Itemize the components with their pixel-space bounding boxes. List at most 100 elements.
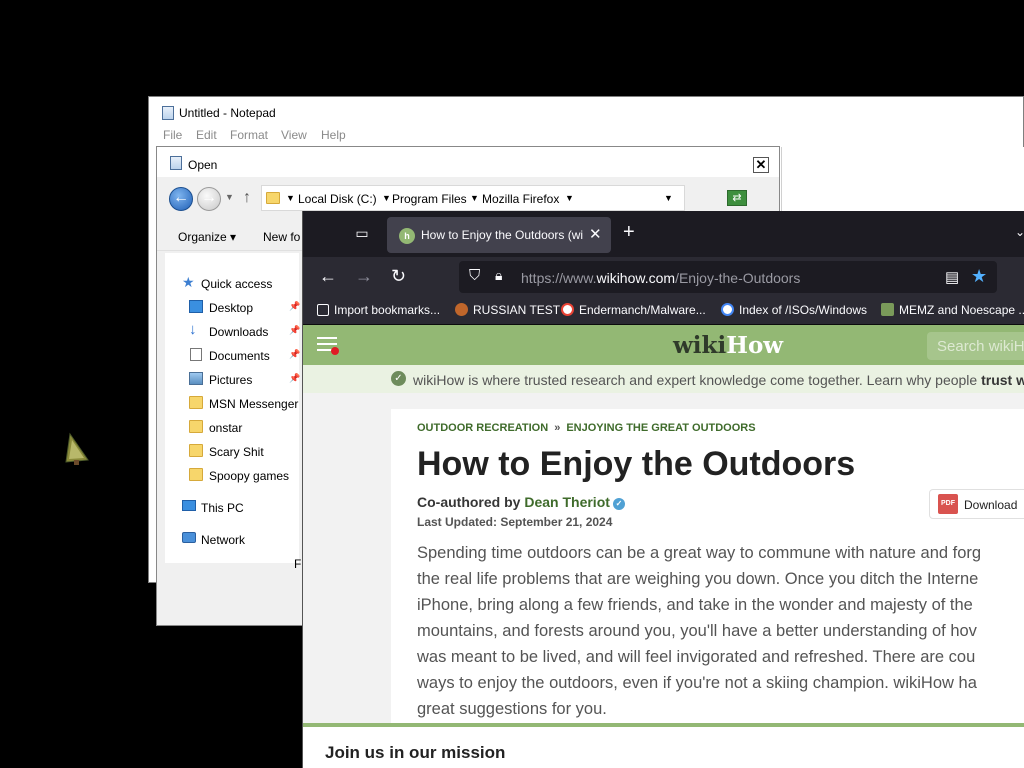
trust-text: wikiHow is where trusted research and ex… — [413, 372, 1024, 388]
open-dialog-titlebar[interactable]: Open ✕ — [157, 147, 779, 177]
star-icon: ★ — [182, 274, 195, 290]
back-arrow-icon[interactable]: ← — [319, 266, 337, 287]
bookmark-memz[interactable]: MEMZ and Noescape ... — [881, 303, 1024, 317]
nav-label: Downloads — [209, 325, 269, 339]
wikihow-logo[interactable]: wikiHow — [673, 332, 783, 359]
tab-strip: ▭ h How to Enjoy the Outdoors (wikiHow) … — [303, 211, 1024, 257]
chevron-down-icon[interactable]: ▼ — [565, 193, 574, 203]
menu-help[interactable]: Help — [321, 128, 346, 142]
article-breadcrumb: OUTDOOR RECREATION » ENJOYING THE GREAT OU… — [417, 422, 756, 434]
forward-arrow-icon[interactable]: → — [355, 266, 373, 287]
nav-label: Network — [201, 533, 246, 547]
notepad-menubar: File Edit Format View Help — [149, 125, 1023, 145]
new-folder-button[interactable]: New fo — [263, 230, 300, 244]
folder-icon — [189, 420, 203, 433]
nav-item-spoopy-games[interactable]: Spoopy games — [165, 464, 299, 486]
breadcrumb-local-disk[interactable]: Local Disk (C:) — [298, 192, 377, 206]
google-icon — [721, 303, 734, 316]
bookmark-star-icon[interactable]: ★ — [971, 266, 987, 287]
coauthor-line: Co-authored by Dean Theriot ✓ — [417, 494, 625, 510]
breadcrumb-mozilla-firefox[interactable]: Mozilla Firefox — [482, 192, 559, 206]
nav-item-documents[interactable]: Documents 📌 — [165, 344, 301, 366]
computer-icon — [182, 500, 196, 511]
bookmark-index-isos[interactable]: Index of /ISOs/Windows — [721, 303, 867, 317]
nav-item-msn-messenger[interactable]: MSN Messenger — [165, 392, 299, 414]
document-icon — [190, 348, 202, 361]
firefox-window: ▭ h How to Enjoy the Outdoors (wikiHow) … — [302, 211, 1024, 768]
chevron-down-icon[interactable]: ▼ — [286, 193, 295, 203]
menu-file[interactable]: File — [163, 128, 182, 142]
bookmark-russian-test[interactable]: RUSSIAN TEST — [455, 303, 560, 317]
trust-link[interactable]: trust w — [981, 372, 1024, 388]
tab-title: How to Enjoy the Outdoors (wikiHow) — [421, 228, 583, 242]
breadcrumb-separator: » — [554, 422, 561, 434]
bookmark-import[interactable]: Import bookmarks... — [317, 303, 440, 317]
nav-item-network[interactable]: Network — [165, 528, 299, 550]
notepad-titlebar[interactable]: Untitled - Notepad — [149, 97, 1023, 125]
mission-heading: Join us in our mission — [325, 743, 506, 762]
nav-item-quick-access[interactable]: ★ Quick access — [165, 272, 299, 294]
notification-dot — [331, 347, 339, 355]
nav-label: Scary Shit — [209, 445, 264, 459]
nav-item-this-pc[interactable]: This PC — [165, 496, 299, 518]
address-dropdown-icon[interactable]: ▼ — [664, 193, 673, 203]
tab-close-icon[interactable]: ✕ — [589, 225, 602, 243]
chevron-down-icon[interactable]: ▼ — [382, 193, 391, 203]
tab-active[interactable]: h How to Enjoy the Outdoors (wikiHow) ✕ — [387, 217, 611, 253]
up-arrow-icon[interactable]: ↑ — [243, 189, 251, 207]
lock-icon[interactable]: 🔒︎ — [495, 267, 502, 284]
site-favicon — [881, 303, 894, 316]
menu-edit[interactable]: Edit — [196, 128, 217, 142]
refresh-icon[interactable]: ⇄ — [727, 190, 747, 206]
article-card: OUTDOOR RECREATION » ENJOYING THE GREAT OU… — [391, 409, 1024, 723]
author-link[interactable]: Dean Theriot — [524, 494, 610, 510]
folder-icon — [189, 396, 203, 409]
close-icon[interactable]: ✕ — [753, 157, 769, 173]
desktop-icon — [189, 300, 203, 313]
back-button[interactable]: ← — [169, 187, 193, 211]
nav-item-desktop[interactable]: Desktop 📌 — [165, 296, 300, 318]
url-bar[interactable]: ⛉ 🔒︎ https://www.wikihow.com/Enjoy-the-O… — [459, 261, 997, 293]
network-icon — [182, 532, 196, 543]
nav-label: Quick access — [201, 277, 273, 291]
menu-format[interactable]: Format — [230, 128, 268, 142]
url-text[interactable]: https://www.wikihow.com/Enjoy-the-Outdoo… — [521, 270, 800, 286]
pin-icon: 📌 — [289, 349, 301, 359]
download-label: Download — [964, 498, 1018, 512]
nav-item-onstar[interactable]: onstar — [165, 416, 299, 438]
bookmark-endermanch[interactable]: Endermanch/Malware... — [561, 303, 706, 317]
recent-locations-chevron-icon[interactable]: ▼ — [225, 192, 234, 202]
reload-icon[interactable]: ↻ — [391, 266, 406, 287]
nav-label: Pictures — [209, 373, 253, 387]
list-all-tabs-chevron-icon[interactable]: ⌄ — [1015, 225, 1024, 239]
google-icon — [561, 303, 574, 316]
last-updated: Last Updated: September 21, 2024 — [417, 515, 613, 529]
open-dialog-title: Open — [188, 158, 218, 172]
christmas-tree-desktop-icon[interactable] — [64, 432, 90, 466]
nav-item-pictures[interactable]: Pictures 📌 — [165, 368, 300, 390]
breadcrumb-outdoor-recreation[interactable]: OUTDOOR RECREATION — [417, 422, 548, 434]
search-input[interactable]: Search wikiH — [927, 332, 1024, 360]
article-title: How to Enjoy the Outdoors — [417, 445, 856, 483]
address-bar[interactable]: ▼ Local Disk (C:) ▼ Program Files ▼ Mozi… — [261, 185, 685, 211]
wikihow-header: wikiHow Search wikiH — [303, 325, 1024, 365]
firefox-view-icon[interactable]: ▭ — [353, 225, 371, 241]
trust-banner: ✓ wikiHow is where trusted research and … — [303, 365, 1024, 393]
new-tab-plus-icon[interactable]: + — [623, 221, 635, 244]
wikihow-favicon-icon: h — [399, 228, 415, 244]
reader-view-icon[interactable]: ▤ — [945, 268, 959, 286]
nav-label: Desktop — [209, 301, 254, 315]
menu-view[interactable]: View — [281, 128, 307, 142]
organize-button[interactable]: Organize ▾ — [178, 230, 236, 244]
forward-button[interactable]: → — [197, 187, 221, 211]
notepad-icon — [162, 106, 174, 120]
chevron-down-icon[interactable]: ▼ — [470, 193, 479, 203]
download-pdf-button[interactable]: PDF Download — [929, 489, 1024, 519]
notepad-title: Untitled - Notepad — [179, 106, 276, 120]
nav-item-downloads[interactable]: ↓ Downloads 📌 — [165, 320, 300, 342]
breadcrumb-enjoying-outdoors[interactable]: ENJOYING THE GREAT OUTDOORS — [566, 422, 755, 434]
breadcrumb-program-files[interactable]: Program Files — [392, 192, 467, 206]
nav-item-scary-shit[interactable]: Scary Shit — [165, 440, 299, 462]
tracking-shield-icon[interactable]: ⛉ — [469, 267, 480, 284]
folder-icon — [189, 468, 203, 481]
